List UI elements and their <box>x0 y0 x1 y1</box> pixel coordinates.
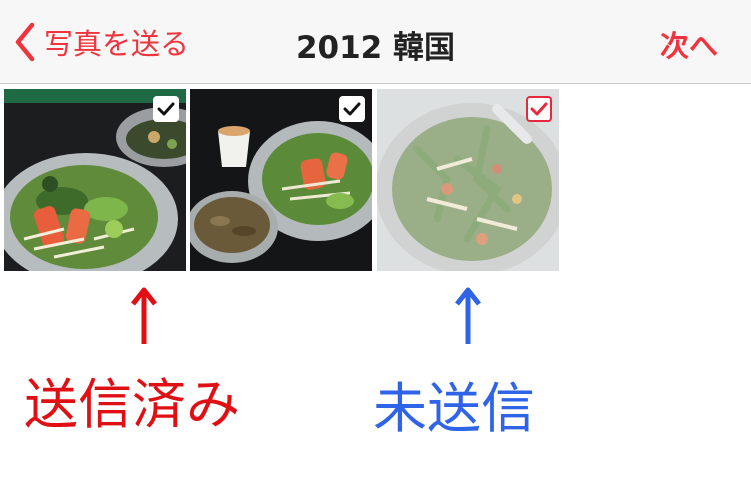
checkmark-icon <box>343 102 361 116</box>
photo-thumbnail-2[interactable] <box>190 89 372 271</box>
unsent-annotation: 未送信 <box>373 377 535 440</box>
page-title: 2012 韓国 <box>295 30 456 66</box>
checkmark-icon <box>157 102 175 116</box>
up-arrow-icon <box>455 287 481 344</box>
checkmark-icon <box>530 102 548 116</box>
selection-checkbox[interactable] <box>526 96 552 122</box>
selection-checkbox[interactable] <box>153 96 179 122</box>
sent-annotation: 送信済み <box>24 373 240 436</box>
photo-thumbnail-1[interactable] <box>4 89 186 271</box>
navigation-bar: 写真を送る 2012 韓国 次へ <box>0 0 751 84</box>
up-arrow-icon <box>131 287 157 344</box>
next-button[interactable]: 次へ <box>660 23 718 65</box>
photo-thumbnail-3[interactable] <box>377 89 559 271</box>
selection-checkbox[interactable] <box>339 96 365 122</box>
